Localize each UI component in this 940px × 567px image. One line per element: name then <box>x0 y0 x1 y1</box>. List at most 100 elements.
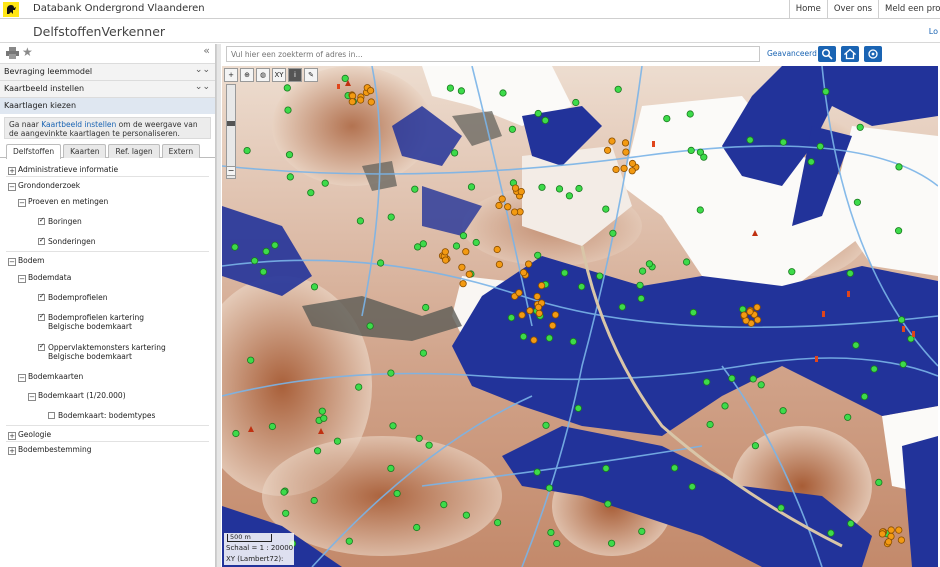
boring-marker[interactable] <box>268 422 277 431</box>
sondering-marker[interactable] <box>878 530 887 538</box>
boring-marker[interactable] <box>538 183 546 191</box>
collapse-icon[interactable]: − <box>18 374 26 382</box>
boring-marker[interactable] <box>377 259 385 267</box>
boring-marker[interactable] <box>314 447 322 455</box>
sondering-marker[interactable] <box>495 260 503 268</box>
search-input[interactable] <box>226 46 760 62</box>
boring-marker[interactable] <box>541 116 549 125</box>
sondering-marker[interactable] <box>524 260 533 268</box>
collapse-icon[interactable]: − <box>18 199 26 207</box>
sondering-marker[interactable] <box>510 208 519 216</box>
boring-marker[interactable] <box>457 87 465 95</box>
sondering-marker[interactable] <box>608 137 616 145</box>
boring-marker[interactable] <box>545 484 553 492</box>
boring-marker[interactable] <box>746 136 754 144</box>
tab-extern[interactable]: Extern <box>161 144 201 158</box>
collapse-icon[interactable]: − <box>28 393 36 401</box>
boring-marker[interactable] <box>286 173 294 181</box>
boring-marker[interactable] <box>452 242 461 250</box>
sondering-marker[interactable] <box>515 289 523 297</box>
boring-marker[interactable] <box>788 268 796 276</box>
zoom-box-icon[interactable]: ⊕ <box>240 68 254 82</box>
boring-marker[interactable] <box>446 84 454 92</box>
sondering-marker[interactable] <box>740 311 748 319</box>
boring-marker[interactable] <box>894 227 903 235</box>
boring-marker[interactable] <box>645 260 653 268</box>
boring-marker[interactable] <box>310 283 319 291</box>
tree-geologie[interactable]: + Geologie <box>8 430 51 440</box>
boring-marker[interactable] <box>614 85 622 93</box>
boring-marker[interactable] <box>572 98 580 107</box>
boring-marker[interactable] <box>607 539 616 547</box>
boring-marker[interactable] <box>682 258 691 266</box>
sondering-marker[interactable] <box>530 336 538 344</box>
boring-marker[interactable] <box>728 374 736 382</box>
boring-marker[interactable] <box>262 247 270 255</box>
boring-marker[interactable] <box>493 518 502 527</box>
sondering-marker[interactable] <box>884 538 893 546</box>
boring-marker[interactable] <box>387 464 395 472</box>
boring-marker[interactable] <box>419 349 427 357</box>
sondering-marker[interactable] <box>519 269 528 277</box>
boring-marker[interactable] <box>271 241 279 249</box>
boring-marker[interactable] <box>706 420 714 429</box>
sondering-marker[interactable] <box>603 146 612 154</box>
boring-marker[interactable] <box>533 468 541 476</box>
boring-marker[interactable] <box>670 464 679 472</box>
sondering-marker[interactable] <box>357 96 365 104</box>
boring-marker[interactable] <box>739 305 747 313</box>
boring-marker[interactable] <box>846 269 854 277</box>
boring-marker[interactable] <box>232 429 240 438</box>
sondering-marker[interactable] <box>348 98 356 106</box>
sondering-marker[interactable] <box>517 188 525 196</box>
boring-marker[interactable] <box>534 109 542 118</box>
layer-bodemtypes[interactable]: Bodemkaart: bodemtypes <box>48 411 155 420</box>
measure-icon[interactable]: ✎ <box>304 68 318 82</box>
boring-marker[interactable] <box>638 267 647 275</box>
sondering-marker[interactable] <box>533 292 541 301</box>
tree-bodemkaarten[interactable]: − Bodemkaarten <box>18 372 83 382</box>
sondering-marker[interactable] <box>537 282 546 290</box>
boring-marker[interactable] <box>703 378 711 386</box>
boring-marker[interactable] <box>721 402 729 410</box>
boring-marker[interactable] <box>897 316 906 324</box>
sondering-marker[interactable] <box>753 303 761 311</box>
boring-marker[interactable] <box>411 185 419 193</box>
sondering-marker[interactable] <box>753 316 762 324</box>
boring-marker[interactable] <box>569 337 577 346</box>
login-link[interactable]: Lo <box>929 27 938 36</box>
boring-marker[interactable] <box>285 151 294 159</box>
boring-marker[interactable] <box>807 158 815 166</box>
boring-marker[interactable] <box>636 281 644 289</box>
boring-marker[interactable] <box>389 422 397 430</box>
boring-marker[interactable] <box>596 272 604 280</box>
boring-marker[interactable] <box>688 483 696 491</box>
layer-bodemprofielen[interactable]: Bodemprofielen <box>38 292 107 302</box>
sondering-marker[interactable] <box>442 256 450 264</box>
boring-marker[interactable] <box>542 421 550 429</box>
boring-marker[interactable] <box>284 106 292 114</box>
boring-marker[interactable] <box>321 179 329 187</box>
boring-marker[interactable] <box>422 303 430 312</box>
sondering-marker[interactable] <box>897 536 906 544</box>
boring-marker[interactable] <box>534 251 542 259</box>
sondering-marker[interactable] <box>534 303 543 311</box>
collapse-icon[interactable]: − <box>8 183 16 191</box>
boring-marker[interactable] <box>852 341 860 349</box>
vlaanderen-lion-logo[interactable] <box>3 2 19 17</box>
section-kaartbeeld-instellen[interactable]: Kaartbeeld instellen ⌄⌄ <box>0 80 215 97</box>
boring-marker[interactable] <box>247 356 255 364</box>
boring-marker[interactable] <box>618 303 626 311</box>
collapse-icon[interactable]: − <box>8 258 16 266</box>
boring-marker[interactable] <box>507 314 515 322</box>
boring-marker[interactable] <box>870 365 878 373</box>
sondering-marker[interactable] <box>621 139 630 147</box>
boring-marker[interactable] <box>459 232 468 240</box>
boring-marker[interactable] <box>519 332 528 341</box>
locate-me-button[interactable] <box>864 46 882 62</box>
sondering-marker[interactable] <box>493 245 501 254</box>
boring-marker[interactable] <box>333 437 342 445</box>
sondering-marker[interactable] <box>367 86 375 95</box>
boring-marker[interactable] <box>844 413 852 421</box>
checkbox-bodemprofielen[interactable] <box>38 292 45 301</box>
